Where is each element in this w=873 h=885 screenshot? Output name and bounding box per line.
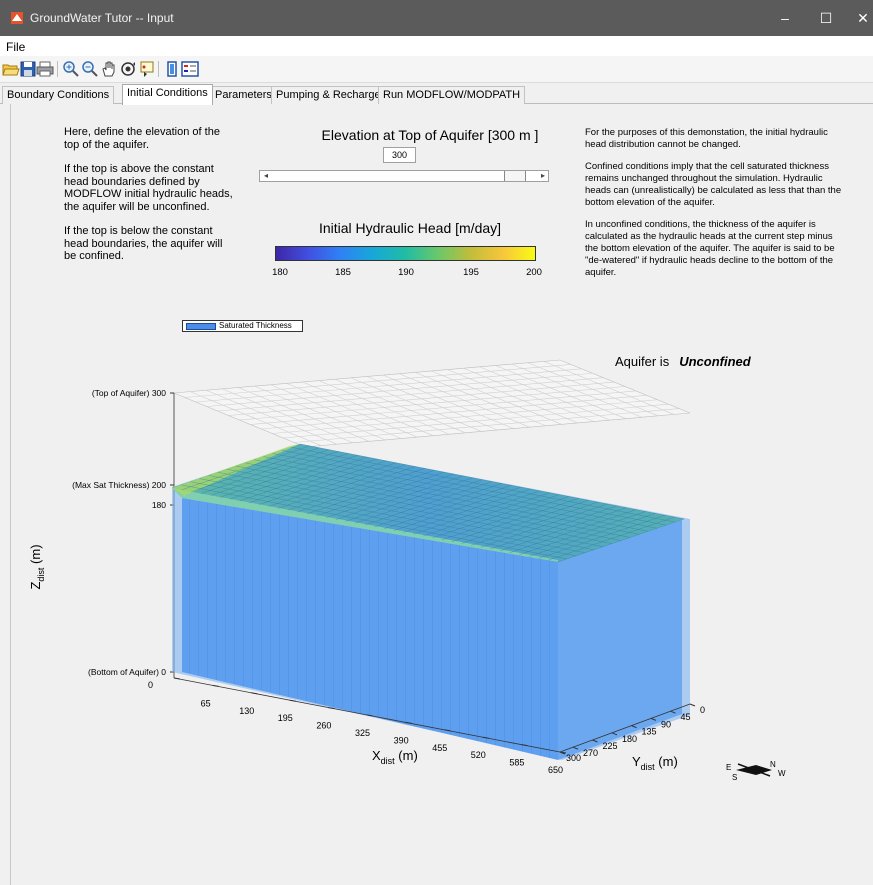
- y-tick-label: 45: [681, 712, 691, 722]
- z-tick-label: (Bottom of Aquifer) 0: [88, 667, 166, 677]
- x-tick-label: 520: [471, 750, 486, 760]
- x-tick-label: 0: [148, 680, 153, 690]
- svg-text:E: E: [726, 763, 731, 772]
- x-tick-label: 325: [355, 728, 370, 738]
- top-of-aquifer-plane: [173, 359, 691, 448]
- x-tick-label: 585: [509, 758, 524, 768]
- y-tick-label: 300: [566, 753, 581, 763]
- tab-initial-conditions[interactable]: Initial Conditions: [122, 84, 213, 105]
- z-tick-label: 180: [152, 500, 166, 510]
- z-axis-label: Zdist (m): [28, 544, 46, 589]
- x-axis-label: Xdist (m): [372, 748, 418, 766]
- x-tick-mark: [289, 699, 296, 702]
- z-tick-label: (Max Sat Thickness) 200: [72, 480, 166, 490]
- x-tick-mark: [212, 684, 219, 687]
- y-tick-label: 90: [661, 719, 671, 729]
- svg-text:N: N: [770, 760, 776, 769]
- x-tick-label: 260: [316, 721, 331, 731]
- y-tick-label: 135: [642, 727, 657, 737]
- y-tick-mark: [689, 703, 696, 707]
- aquifer-3d-plot[interactable]: (Top of Aquifer) 300 (Max Sat Thickness)…: [0, 0, 873, 885]
- svg-text:W: W: [778, 769, 786, 778]
- svg-text:S: S: [732, 773, 737, 782]
- x-tick-label: 65: [201, 698, 211, 708]
- z-tick-label: (Top of Aquifer) 300: [92, 388, 166, 398]
- y-tick-label: 225: [603, 741, 618, 751]
- x-tick-label: 195: [278, 713, 293, 723]
- y-axis-label: Ydist (m): [632, 754, 678, 772]
- y-tick-label: 0: [700, 705, 705, 715]
- y-tick-label: 180: [622, 734, 637, 744]
- compass-icon: E S N W: [726, 760, 786, 782]
- x-tick-label: 650: [548, 765, 563, 775]
- x-tick-label: 390: [394, 735, 409, 745]
- x-tick-label: 455: [432, 743, 447, 753]
- y-tick-label: 270: [583, 748, 598, 758]
- x-tick-mark: [173, 677, 181, 680]
- x-tick-mark: [251, 692, 258, 695]
- x-tick-label: 130: [239, 706, 254, 716]
